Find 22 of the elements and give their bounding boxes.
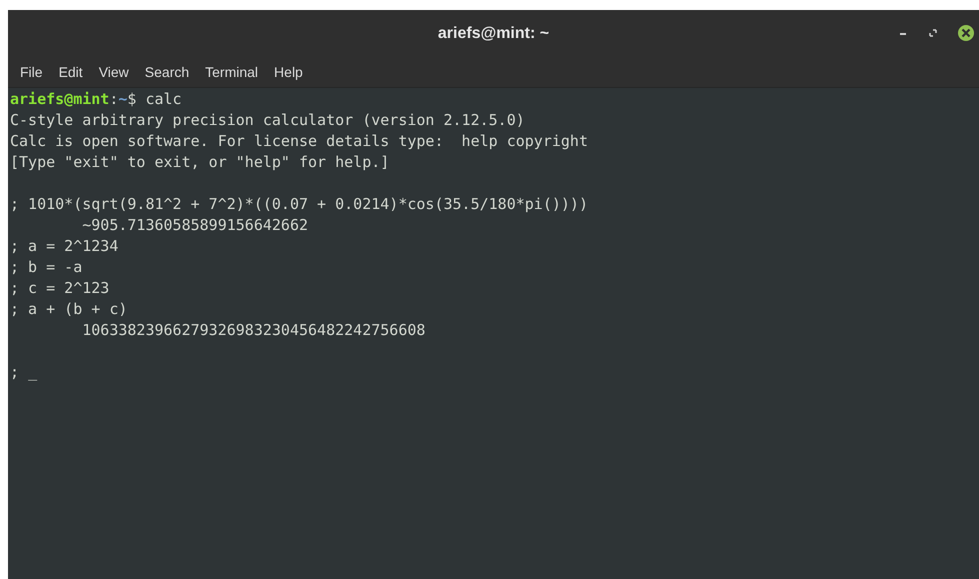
menu-item[interactable]: View <box>98 62 129 83</box>
terminal-line: ~905.71360585899156642662 <box>81 216 308 234</box>
close-icon[interactable] <box>957 24 975 42</box>
menu-item[interactable]: Terminal <box>205 62 258 83</box>
prompt-line: ariefs@mint:~$ calc <box>10 90 182 108</box>
window-title: ariefs@mint: ~ <box>438 24 550 44</box>
terminal-line: ; b = -a <box>10 258 82 276</box>
terminal-line: 10633823966279326983230456482242756608 <box>81 321 426 339</box>
input-prompt: ; <box>10 363 20 381</box>
terminal-line: ; a = 2^1234 <box>10 237 118 255</box>
menu-item[interactable]: Help <box>274 62 303 83</box>
menu-item[interactable]: Search <box>144 62 190 83</box>
terminal-line: ; c = 2^123 <box>10 279 110 297</box>
terminal-line: ; 1010*(sqrt(9.81^2 + 7^2)*((0.07 + 0.0214)*cos(35.5/180*pi()))) <box>10 195 588 213</box>
menu-item[interactable]: File <box>20 62 43 83</box>
text-cursor: _ <box>28 363 38 381</box>
maximize-icon[interactable] <box>927 27 939 39</box>
terminal-line: ; a + (b + c) <box>10 300 128 318</box>
terminal-line: Calc is open software. For license details type: help copyright <box>10 132 588 150</box>
terminal-line: C-style arbitrary precision calculator (version 2.12.5.0) <box>10 111 525 129</box>
terminal-line: [Type "exit" to exit, or "help" for help.] <box>10 153 390 171</box>
menu-item[interactable]: Edit <box>58 62 83 83</box>
